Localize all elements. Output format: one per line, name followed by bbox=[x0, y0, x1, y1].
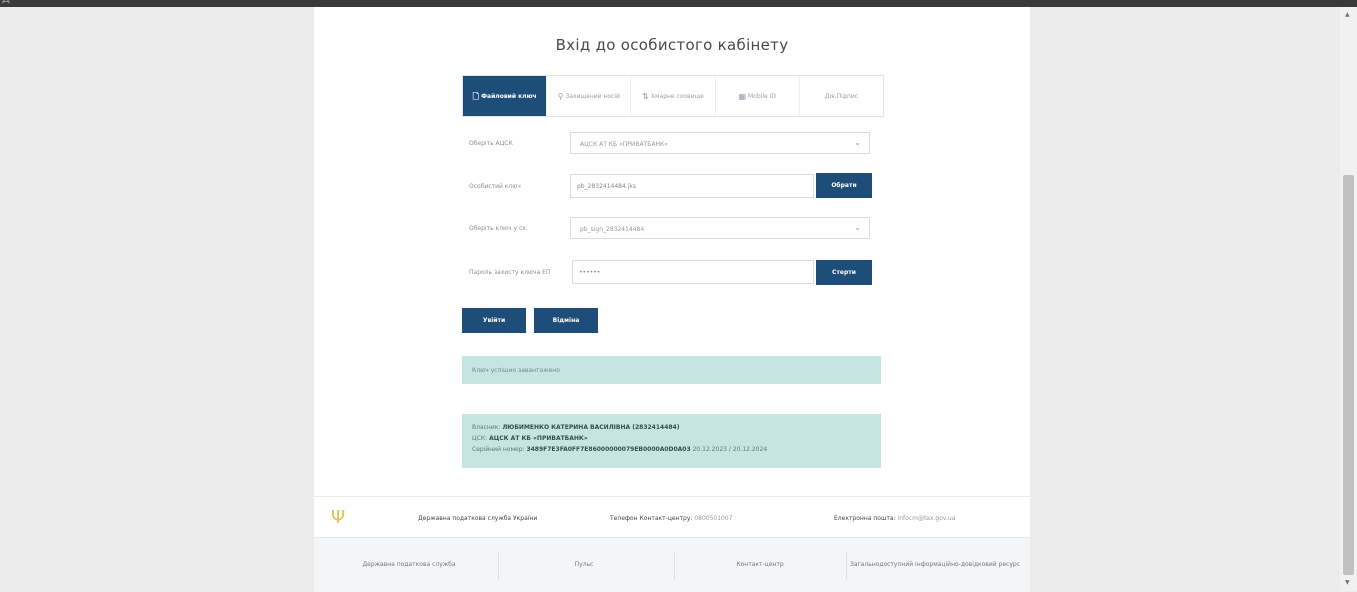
footer-link-contact-center[interactable]: Контакт-центр bbox=[680, 538, 840, 592]
footer-link-tax-service[interactable]: Державна податкова служба bbox=[324, 538, 494, 592]
scroll-down-icon[interactable]: ▼ bbox=[1345, 579, 1350, 586]
owner-line: Власник: ЛЮБИМЕНКО КАТЕРИНА ВАСИЛІВНА (2… bbox=[472, 422, 871, 433]
footer-org: Державна податкова служба України bbox=[418, 515, 538, 522]
choose-key-button[interactable]: Обрати bbox=[816, 173, 872, 198]
clear-password-button[interactable]: Стерти bbox=[816, 260, 872, 285]
login-button[interactable]: Увійти bbox=[462, 308, 526, 333]
document-icon: 🗋 bbox=[472, 91, 480, 101]
tab-label: Дія.Підпис bbox=[824, 92, 859, 100]
alias-label: Оберіть ключ у сх. bbox=[469, 225, 528, 232]
trident-logo-icon: Ψ bbox=[331, 507, 346, 528]
serial-dates: 20.12.2023 / 20.12.2024 bbox=[692, 446, 768, 453]
footer-phone: Телефон Контакт-центру: 0800501007 bbox=[610, 515, 733, 522]
tab-secure-device[interactable]: ⚲ Захищений носій bbox=[547, 76, 632, 116]
phone-label: Телефон Контакт-центру: bbox=[610, 515, 693, 522]
tab-label: Файловий ключ bbox=[481, 92, 537, 100]
ca-label: ЦСК: bbox=[472, 435, 488, 442]
tab-mobile-id[interactable]: ▦ Mobile ID bbox=[716, 76, 800, 116]
tab-cloud-storage[interactable]: ⇅ Хмарне сховище bbox=[631, 76, 716, 116]
serial-label: Серійний номер: bbox=[472, 446, 525, 453]
tab-file-key[interactable]: 🗋 Файловий ключ bbox=[463, 76, 548, 116]
footer-link-info-resource[interactable]: Загальнодоступний інформаційно-довідкови… bbox=[850, 538, 1020, 592]
footer-link-pulse[interactable]: Пульс bbox=[504, 538, 664, 592]
email-label: Електронна пошта: bbox=[834, 515, 896, 522]
qr-icon: ▦ bbox=[738, 91, 746, 101]
certificate-info: Власник: ЛЮБИМЕНКО КАТЕРИНА ВАСИЛІВНА (2… bbox=[462, 414, 881, 468]
tab-diia-signature[interactable]: Дія.Підпис bbox=[800, 76, 883, 116]
serial-value: 3489F7E3FA0FF7E86000000079EB0000A0D0A03 bbox=[526, 446, 691, 453]
divider bbox=[846, 552, 847, 580]
top-bar-text: Д bbox=[2, 0, 10, 5]
scrollbar-thumb[interactable] bbox=[1343, 175, 1354, 575]
password-label: Пароль захисту ключа ЕП bbox=[469, 269, 551, 276]
alias-select[interactable]: pb_sign_2832414484 ⌄ bbox=[570, 217, 870, 239]
chevron-down-icon: ⌄ bbox=[854, 223, 861, 232]
cloud-icon: ⇅ bbox=[642, 91, 649, 101]
login-page: Вхід до особистого кабінету 🗋 Файловий к… bbox=[314, 7, 1030, 592]
key-label: Особистий ключ bbox=[469, 183, 521, 190]
success-notice: Ключ успішно завантажено bbox=[462, 356, 881, 384]
footer-contacts: Ψ Державна податкова служба України Теле… bbox=[314, 496, 1030, 538]
footer-links: Державна податкова служба Пульс Контакт-… bbox=[314, 537, 1030, 592]
chevron-down-icon: ⌄ bbox=[854, 138, 861, 147]
phone-value[interactable]: 0800501007 bbox=[694, 515, 732, 522]
password-input[interactable]: •••••• bbox=[572, 260, 814, 284]
tab-label: Хмарне сховище bbox=[650, 92, 704, 100]
tab-label: Захищений носій bbox=[565, 92, 620, 100]
browser-top-bar: Д bbox=[0, 0, 1357, 7]
vertical-scrollbar[interactable]: ▲ ▼ bbox=[1340, 7, 1357, 591]
scroll-up-icon[interactable]: ▲ bbox=[1345, 11, 1350, 18]
alias-value: pb_sign_2832414484 bbox=[580, 226, 645, 233]
footer-email: Електронна пошта: infocm@tax.gov.ua bbox=[834, 515, 955, 522]
ca-value: АЦСК АТ КБ «ПРИВАТБАНК» bbox=[489, 435, 588, 442]
serial-line: Серійний номер: 3489F7E3FA0FF7E860000000… bbox=[472, 444, 871, 455]
divider bbox=[498, 552, 499, 580]
owner-value: ЛЮБИМЕНКО КАТЕРИНА ВАСИЛІВНА (2832414484… bbox=[502, 424, 680, 431]
acsk-label: Оберіть АЦСК bbox=[469, 140, 513, 147]
cancel-button[interactable]: Відміна bbox=[534, 308, 598, 333]
tab-label: Mobile ID bbox=[748, 92, 776, 100]
owner-label: Власник: bbox=[472, 424, 501, 431]
divider bbox=[674, 552, 675, 580]
key-file-input[interactable]: pb_2832414484.jks bbox=[570, 174, 814, 198]
login-method-tabs: 🗋 Файловий ключ ⚲ Захищений носій ⇅ Хмар… bbox=[462, 75, 884, 117]
email-value[interactable]: infocm@tax.gov.ua bbox=[898, 515, 956, 522]
acsk-value: АЦСК АТ КБ «ПРИВАТБАНК» bbox=[580, 141, 668, 148]
ca-line: ЦСК: АЦСК АТ КБ «ПРИВАТБАНК» bbox=[472, 433, 871, 444]
key-icon: ⚲ bbox=[557, 91, 564, 101]
page-title: Вхід до особистого кабінету bbox=[555, 36, 789, 54]
acsk-select[interactable]: АЦСК АТ КБ «ПРИВАТБАНК» ⌄ bbox=[570, 132, 870, 154]
